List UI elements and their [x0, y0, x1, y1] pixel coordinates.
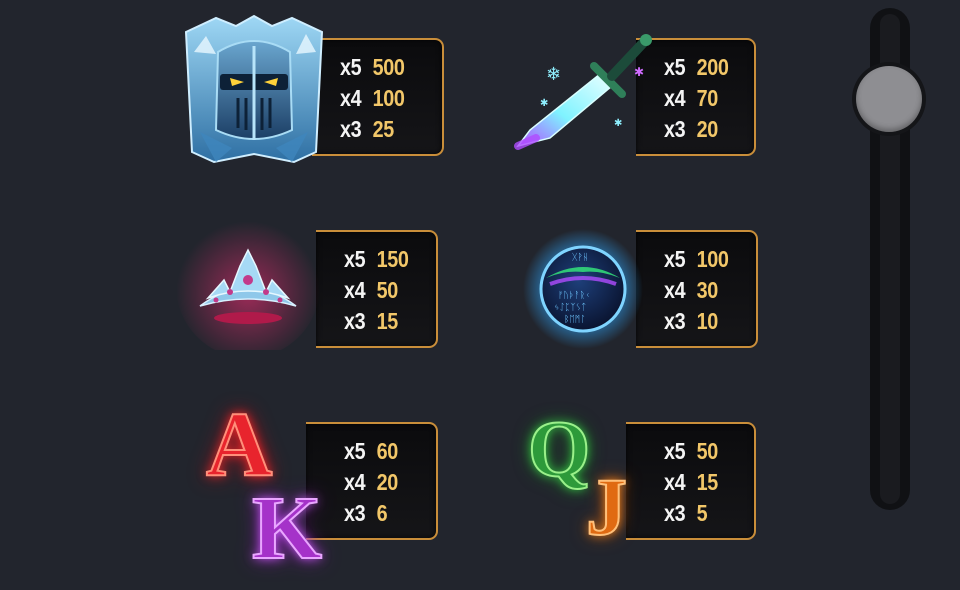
payout-row: x3 5 [664, 500, 708, 526]
payout-row: x3 25 [340, 116, 394, 142]
payout-row: x5 100 [664, 246, 729, 272]
payout-row: x4 70 [664, 85, 718, 111]
payout-row: x5 200 [664, 54, 729, 80]
letter-j-icon: J [585, 461, 628, 552]
svg-text:✱: ✱ [614, 118, 622, 129]
payout-row: x5 500 [340, 54, 405, 80]
payout-row: x4 50 [344, 277, 398, 303]
letters-a-k-icon: A K [200, 396, 340, 582]
payout-row: x4 20 [344, 469, 398, 495]
tiara-icon [176, 214, 320, 350]
svg-text:ᛃᛇᛈᛉᛊᛏ: ᛃᛇᛈᛉᛊᛏ [554, 302, 586, 313]
payout-row: x4 30 [664, 277, 718, 303]
letters-q-j-icon: Q J [520, 408, 660, 558]
rune-orb-icon: ᚠᚢᚦᚨᚱᚲ ᛃᛇᛈᛉᛊᛏ ᛒᛖᛗᛚ ᚷᚹᚺ [523, 229, 643, 349]
payout-row: x5 60 [344, 438, 398, 464]
payout-row: x4 100 [340, 85, 405, 111]
paytable-panel-tiara: x5 150 x4 50 x3 15 [316, 230, 438, 348]
ice-knight-icon [184, 14, 324, 164]
payout-row: x3 15 [344, 308, 398, 334]
payout-row: x3 6 [344, 500, 388, 526]
svg-text:❄: ❄ [546, 64, 561, 85]
payout-row: x3 10 [664, 308, 718, 334]
payout-row: x4 15 [664, 469, 718, 495]
letter-q-icon: Q [527, 406, 591, 494]
payout-row: x5 50 [664, 438, 718, 464]
letter-k-icon: K [251, 479, 323, 578]
scrollbar-thumb[interactable] [856, 66, 922, 132]
paytable-panel-orb: x5 100 x4 30 x3 10 [636, 230, 758, 348]
svg-text:ᚷᚹᚺ: ᚷᚹᚺ [572, 252, 588, 263]
svg-text:✱: ✱ [634, 65, 644, 79]
svg-text:✱: ✱ [540, 98, 548, 109]
payout-row: x5 150 [344, 246, 409, 272]
svg-text:ᚠᚢᚦᚨᚱᚲ: ᚠᚢᚦᚨᚱᚲ [558, 290, 590, 301]
payout-row: x3 20 [664, 116, 718, 142]
svg-text:ᛒᛖᛗᛚ: ᛒᛖᛗᛚ [564, 314, 586, 325]
letter-a-icon: A [205, 393, 273, 495]
ice-sword-icon: ❄ ✱ ✱ ✱ [514, 34, 652, 150]
